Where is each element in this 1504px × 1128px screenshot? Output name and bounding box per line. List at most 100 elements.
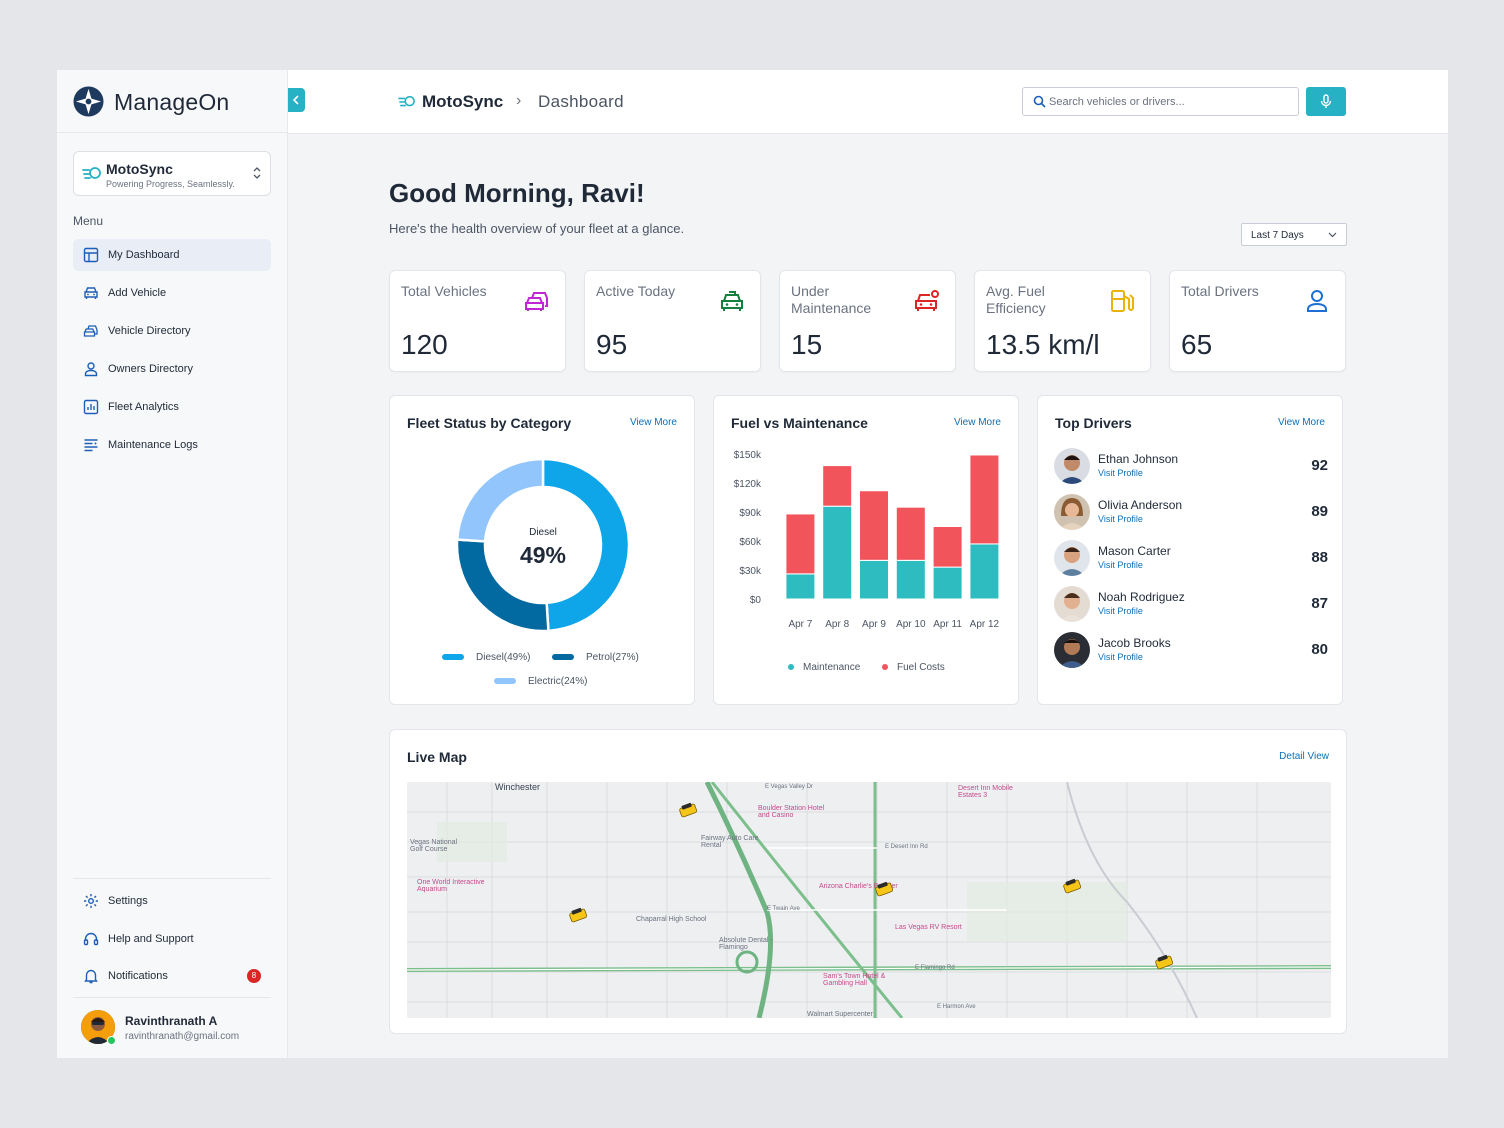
nav-label: Add Vehicle bbox=[108, 287, 167, 299]
bar-maintenance[interactable] bbox=[932, 566, 963, 600]
live-map[interactable]: Winchester Vegas National Golf Course On… bbox=[407, 782, 1331, 1018]
bar-maintenance[interactable] bbox=[785, 573, 816, 600]
donut-center-value: 49% bbox=[520, 542, 566, 568]
vehicle-marker-icon[interactable] bbox=[677, 801, 699, 819]
search-icon bbox=[1033, 95, 1046, 108]
legend-label: Diesel(49%) bbox=[476, 652, 531, 663]
date-range-select[interactable]: Last 7 Days bbox=[1241, 223, 1347, 246]
visit-profile-link[interactable]: Visit Profile bbox=[1098, 652, 1143, 662]
map-label: E Twain Ave bbox=[767, 906, 800, 912]
map-label: Desert Inn Mobile Estates 3 bbox=[958, 785, 1013, 799]
brand-name: ManageOn bbox=[114, 89, 230, 115]
bar-maintenance[interactable] bbox=[969, 543, 1000, 600]
visit-profile-link[interactable]: Visit Profile bbox=[1098, 560, 1143, 570]
org-switcher[interactable]: MotoSync Powering Progress, Seamlessly. bbox=[73, 151, 271, 196]
stat-label: Active Today bbox=[596, 283, 676, 299]
page-title: Good Morning, Ravi! bbox=[389, 178, 645, 208]
nav-my-dashboard[interactable]: My Dashboard bbox=[73, 239, 271, 271]
bar-fuel-costs[interactable] bbox=[932, 526, 963, 568]
bar-fuel-costs[interactable] bbox=[969, 454, 1000, 545]
app-window: ManageOn MotoSync Powering Progress, Sea… bbox=[57, 70, 1448, 1058]
stat-value: 95 bbox=[596, 329, 628, 360]
fuel-view-more-link[interactable]: View More bbox=[954, 417, 1001, 428]
fleet-view-more-link[interactable]: View More bbox=[630, 417, 677, 428]
bar-fuel-costs[interactable] bbox=[785, 513, 816, 575]
stat-avg-fuel-efficiency: Avg. Fuel Efficiency 13.5 km/l bbox=[974, 270, 1151, 372]
nav-label: Help and Support bbox=[108, 933, 194, 945]
card-title: Fleet Status by Category bbox=[407, 415, 572, 431]
avatar bbox=[1054, 540, 1090, 576]
breadcrumb-app[interactable]: MotoSync bbox=[422, 92, 503, 112]
driver-row: Ethan Johnson Visit Profile 92 bbox=[1054, 446, 1328, 486]
avatar bbox=[1054, 632, 1090, 668]
card-title: Live Map bbox=[407, 749, 467, 765]
nav-fleet-analytics[interactable]: Fleet Analytics bbox=[73, 391, 271, 423]
map-label: Walmart Supercenter bbox=[807, 1011, 873, 1018]
driver-name: Mason Carter bbox=[1098, 544, 1171, 558]
nav-owners-directory[interactable]: Owners Directory bbox=[73, 353, 271, 385]
fuel-maintenance-bar-chart: $150k $120k $90k $60k $30k $0 Apr 7 Apr 8 Apr 9 A… bbox=[734, 450, 1000, 630]
nav-maintenance-logs[interactable]: Maintenance Logs bbox=[73, 429, 271, 461]
bar-fuel-costs[interactable] bbox=[895, 506, 926, 561]
nav-add-vehicle[interactable]: Add Vehicle bbox=[73, 277, 271, 309]
map-label: E Flamingo Rd bbox=[915, 965, 955, 971]
y-tick-label: $90k bbox=[739, 508, 762, 519]
vehicle-marker-icon[interactable] bbox=[1153, 953, 1175, 971]
map-label: Winchester bbox=[495, 782, 541, 792]
driver-avatar-icon bbox=[1054, 448, 1090, 484]
x-tick-label: Apr 12 bbox=[970, 619, 1000, 630]
online-status-dot bbox=[107, 1036, 116, 1045]
bar-maintenance[interactable] bbox=[859, 559, 889, 600]
detail-view-link[interactable]: Detail View bbox=[1279, 751, 1329, 762]
legend-label: Maintenance bbox=[803, 662, 861, 673]
vehicle-marker-icon[interactable] bbox=[567, 906, 589, 924]
chevron-updown-icon bbox=[253, 167, 261, 179]
page-subtitle: Here's the health overview of your fleet… bbox=[389, 221, 685, 236]
y-tick-label: $30k bbox=[739, 566, 762, 577]
x-tick-label: Apr 9 bbox=[862, 619, 886, 630]
map-label: Boulder Station Hotel and Casino bbox=[758, 805, 825, 819]
map-label: Chaparral High School bbox=[636, 916, 707, 923]
legend-maintenance: Maintenance bbox=[788, 662, 860, 673]
collapse-sidebar-button[interactable] bbox=[288, 88, 305, 112]
bar-fuel-costs[interactable] bbox=[859, 490, 889, 561]
visit-profile-link[interactable]: Visit Profile bbox=[1098, 468, 1143, 478]
driver-score: 89 bbox=[1311, 503, 1328, 520]
user-icon bbox=[84, 362, 98, 377]
driver-icon bbox=[1307, 290, 1327, 312]
avatar bbox=[1054, 586, 1090, 622]
nav-label: My Dashboard bbox=[108, 249, 180, 261]
voice-search-button[interactable] bbox=[1306, 87, 1346, 116]
y-tick-label: $0 bbox=[750, 595, 762, 606]
user-profile[interactable]: Ravinthranath A ravinthranath@gmail.com bbox=[73, 1006, 271, 1050]
stat-label: Total Drivers bbox=[1181, 283, 1259, 299]
map-label: Fairway Auto Care Rental bbox=[701, 835, 759, 849]
vehicle-marker-icon[interactable] bbox=[1061, 877, 1083, 895]
visit-profile-link[interactable]: Visit Profile bbox=[1098, 514, 1143, 524]
org-name: MotoSync bbox=[106, 161, 173, 177]
bar-maintenance[interactable] bbox=[822, 505, 853, 600]
nav-vehicle-directory[interactable]: Vehicle Directory bbox=[73, 315, 271, 347]
stat-value: 15 bbox=[791, 329, 823, 360]
sidebar-divider bbox=[73, 997, 271, 998]
drivers-view-more-link[interactable]: View More bbox=[1278, 417, 1325, 428]
vehicle-marker-icon[interactable] bbox=[873, 880, 895, 898]
map-label: Sam's Town Hotel & Gambling Hall bbox=[823, 973, 886, 987]
visit-profile-link[interactable]: Visit Profile bbox=[1098, 606, 1143, 616]
x-tick-label: Apr 7 bbox=[788, 619, 812, 630]
bar-fuel-costs[interactable] bbox=[822, 465, 853, 507]
nav-notifications[interactable]: Notifications 8 bbox=[73, 960, 271, 992]
gear-icon bbox=[84, 894, 98, 908]
search-input[interactable] bbox=[1049, 94, 1289, 110]
map-label: One World Interactive Aquarium bbox=[417, 879, 485, 893]
driver-avatar-icon bbox=[1054, 586, 1090, 622]
driver-score: 80 bbox=[1311, 641, 1328, 658]
nav-help-support[interactable]: Help and Support bbox=[73, 923, 271, 955]
nav-settings[interactable]: Settings bbox=[73, 885, 271, 917]
driver-name: Noah Rodriguez bbox=[1098, 590, 1185, 604]
search-box[interactable] bbox=[1022, 87, 1299, 116]
logs-icon bbox=[84, 439, 98, 452]
bar-maintenance[interactable] bbox=[895, 559, 926, 600]
top-drivers-card: Top Drivers View More Ethan Johnson Visi… bbox=[1037, 395, 1343, 705]
legend-swatch bbox=[442, 654, 464, 661]
